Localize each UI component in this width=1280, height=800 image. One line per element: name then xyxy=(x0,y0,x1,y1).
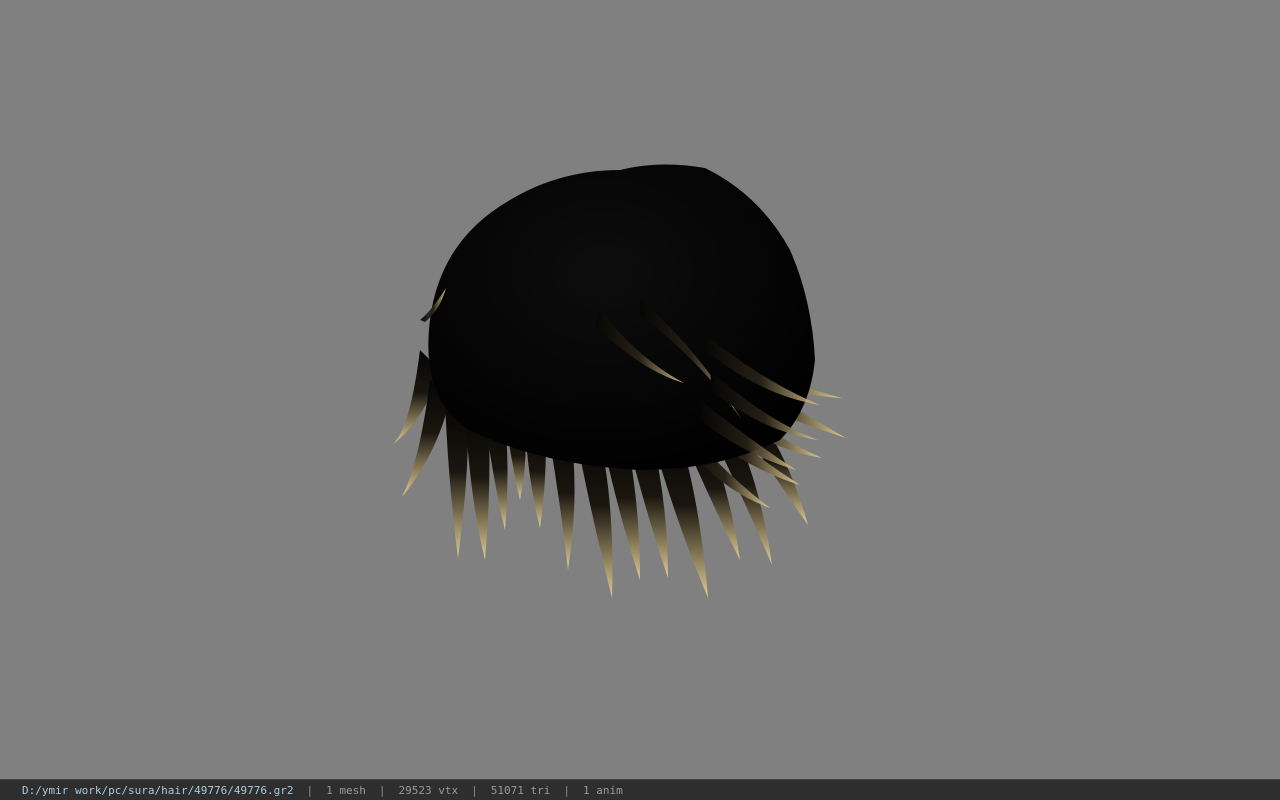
mesh-count-label: 1 mesh xyxy=(326,783,366,797)
triangle-count-label: 51071 tri xyxy=(490,783,551,797)
status-separator: | xyxy=(563,783,570,797)
status-separator: | xyxy=(471,783,478,797)
anim-count-label: 1 anim xyxy=(583,783,623,797)
file-path-label: D:/ymir work/pc/sura/hair/49776/49776.gr… xyxy=(22,783,294,797)
hair-model-render xyxy=(392,164,846,598)
3d-viewport[interactable] xyxy=(0,0,1280,779)
vertex-count-label: 29523 vtx xyxy=(398,783,459,797)
hair-cap xyxy=(428,164,815,470)
status-separator: | xyxy=(378,783,386,797)
status-bar: D:/ymir work/pc/sura/hair/49776/49776.gr… xyxy=(0,779,1280,800)
status-separator: | xyxy=(306,783,314,797)
